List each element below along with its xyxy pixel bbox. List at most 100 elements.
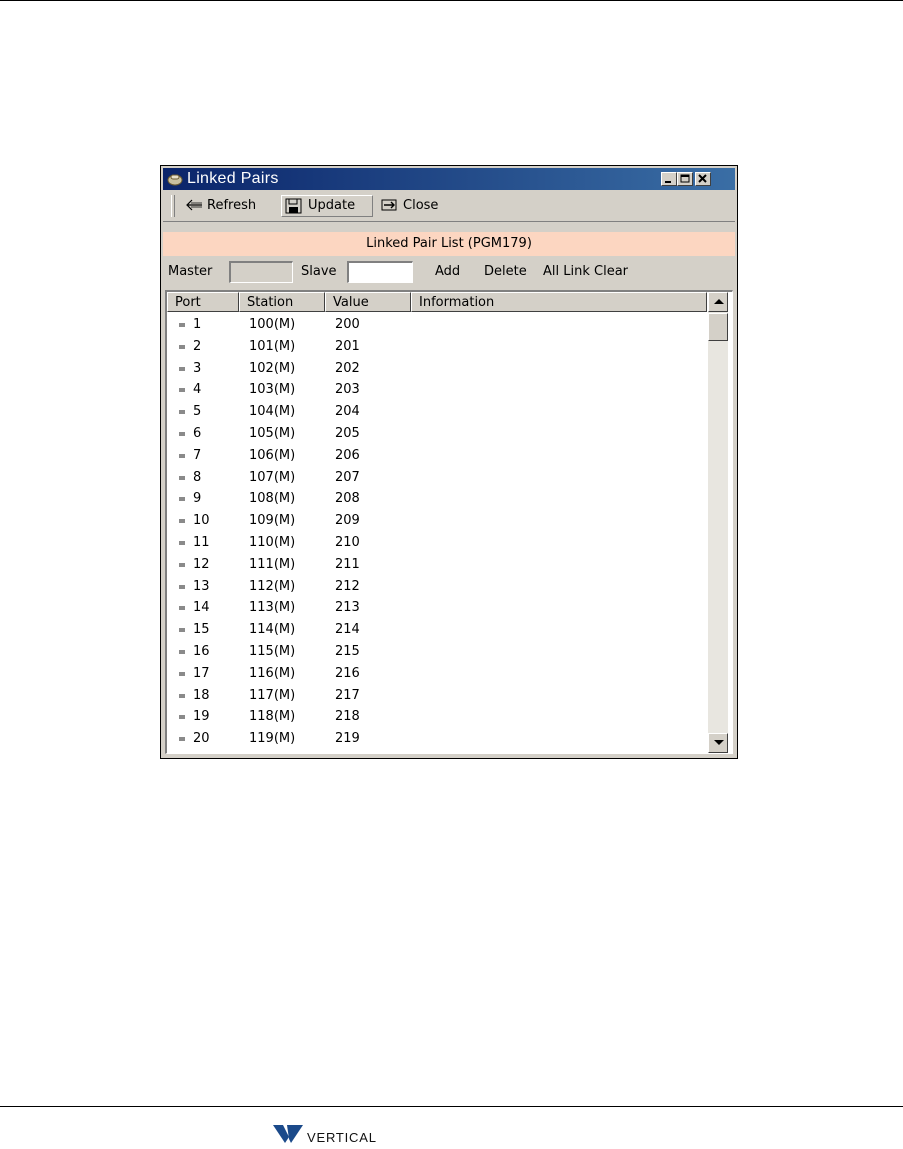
- table-row[interactable]: 15 114(M) 214: [167, 619, 707, 641]
- add-button[interactable]: Add: [435, 264, 460, 279]
- cell-value: 213: [335, 600, 360, 616]
- cell-value: 208: [335, 491, 360, 507]
- table-row[interactable]: 16 115(M) 215: [167, 641, 707, 663]
- refresh-button[interactable]: Refresh: [185, 195, 273, 217]
- minimize-button[interactable]: [661, 172, 677, 186]
- table-row[interactable]: 8 107(M) 207: [167, 467, 707, 489]
- table-row[interactable]: 6 105(M) 205: [167, 423, 707, 445]
- toolbar-grip[interactable]: [171, 195, 175, 217]
- cell-station: 104(M): [249, 404, 296, 420]
- row-bullet-icon: [179, 649, 185, 654]
- table-row[interactable]: 11 110(M) 210: [167, 532, 707, 554]
- delete-button[interactable]: Delete: [484, 264, 527, 279]
- scroll-thumb[interactable]: [708, 313, 728, 341]
- column-header-port[interactable]: Port: [167, 292, 239, 312]
- table-row[interactable]: 17 116(M) 216: [167, 663, 707, 685]
- cell-value: 207: [335, 469, 360, 485]
- cell-port: 6: [193, 425, 202, 441]
- master-label: Master: [168, 264, 213, 279]
- row-bullet-icon: [179, 715, 185, 720]
- cell-value: 203: [335, 382, 360, 398]
- cell-port: 10: [193, 513, 210, 529]
- table-row[interactable]: 4 103(M) 203: [167, 379, 707, 401]
- logo-text: VERTICAL: [307, 1130, 377, 1145]
- cell-port: 12: [193, 556, 210, 572]
- scroll-down-button[interactable]: [708, 733, 728, 753]
- window-title: Linked Pairs: [187, 170, 279, 187]
- table-row[interactable]: 1 100(M) 200: [167, 314, 707, 336]
- title-bar[interactable]: Linked Pairs: [163, 168, 735, 190]
- cell-port: 1: [193, 317, 202, 332]
- row-bullet-icon: [179, 497, 185, 502]
- slave-label: Slave: [301, 264, 337, 279]
- cell-value: 216: [335, 665, 360, 681]
- row-bullet-icon: [179, 737, 185, 742]
- table-row[interactable]: 20 119(M) 219: [167, 728, 707, 750]
- table-row[interactable]: 19 118(M) 218: [167, 706, 707, 728]
- cell-port: 15: [193, 622, 210, 638]
- toolbar: Refresh Update Close: [163, 192, 735, 222]
- update-label: Update: [308, 198, 356, 213]
- close-button[interactable]: Close: [381, 195, 461, 217]
- scroll-down-icon: [714, 740, 724, 745]
- vertical-scrollbar[interactable]: [708, 292, 728, 753]
- column-header-value[interactable]: Value: [325, 292, 411, 312]
- cell-station: 110(M): [249, 534, 296, 550]
- cell-station: 112(M): [249, 578, 296, 594]
- close-window-button[interactable]: [695, 172, 711, 186]
- linked-pairs-window: Linked Pairs Refresh Update Close Linked…: [160, 165, 738, 759]
- row-bullet-icon: [179, 606, 185, 611]
- cell-station: 103(M): [249, 382, 296, 398]
- back-arrow-icon: [185, 198, 203, 220]
- row-bullet-icon: [179, 693, 185, 698]
- table-row[interactable]: 13 112(M) 212: [167, 576, 707, 598]
- list-header: Port Station Value Information: [167, 292, 707, 312]
- row-bullet-icon: [179, 453, 185, 458]
- cell-port: 5: [193, 404, 202, 420]
- cell-port: 2: [193, 338, 202, 354]
- row-bullet-icon: [179, 366, 185, 371]
- linked-pair-list[interactable]: Port Station Value Information 1 100(M) 20…: [165, 290, 733, 754]
- cell-port: 19: [193, 709, 210, 725]
- cell-port: 11: [193, 534, 210, 550]
- update-button[interactable]: Update: [281, 195, 373, 217]
- row-bullet-icon: [179, 431, 185, 436]
- cell-value: 210: [335, 534, 360, 550]
- list-banner: Linked Pair List (PGM179): [163, 232, 735, 256]
- slave-input[interactable]: [347, 261, 413, 283]
- page-bottom-rule: [0, 1106, 903, 1107]
- table-row[interactable]: 18 117(M) 217: [167, 685, 707, 707]
- cell-value: 200: [335, 317, 360, 332]
- cell-port: 18: [193, 687, 210, 703]
- row-bullet-icon: [179, 584, 185, 589]
- table-row[interactable]: 7 106(M) 206: [167, 445, 707, 467]
- page-top-rule: [0, 0, 903, 1]
- cell-station: 118(M): [249, 709, 296, 725]
- all-link-clear-button[interactable]: All Link Clear: [543, 264, 628, 279]
- column-header-station[interactable]: Station: [239, 292, 325, 312]
- cell-station: 114(M): [249, 622, 296, 638]
- master-input[interactable]: [229, 261, 293, 283]
- save-icon: [285, 198, 303, 222]
- cell-station: 115(M): [249, 643, 296, 659]
- cell-port: 3: [193, 360, 202, 376]
- row-bullet-icon: [179, 388, 185, 393]
- table-row[interactable]: 10 109(M) 209: [167, 510, 707, 532]
- list-rows: 1 100(M) 200 2 101(M) 201 3 102(M) 202 4 103(M) 203…: [167, 314, 707, 750]
- column-header-information[interactable]: Information: [411, 292, 707, 312]
- table-row[interactable]: 9 108(M) 208: [167, 488, 707, 510]
- cell-value: 206: [335, 447, 360, 463]
- cell-station: 102(M): [249, 360, 296, 376]
- maximize-button[interactable]: [677, 172, 693, 186]
- table-row[interactable]: 14 113(M) 213: [167, 597, 707, 619]
- scroll-up-button[interactable]: [708, 292, 728, 312]
- cell-value: 219: [335, 731, 360, 747]
- cell-station: 113(M): [249, 600, 296, 616]
- table-row[interactable]: 5 104(M) 204: [167, 401, 707, 423]
- table-row[interactable]: 2 101(M) 201: [167, 336, 707, 358]
- table-row[interactable]: 3 102(M) 202: [167, 358, 707, 380]
- table-row[interactable]: 12 111(M) 211: [167, 554, 707, 576]
- row-bullet-icon: [179, 562, 185, 567]
- cell-station: 107(M): [249, 469, 296, 485]
- exit-icon: [381, 198, 399, 220]
